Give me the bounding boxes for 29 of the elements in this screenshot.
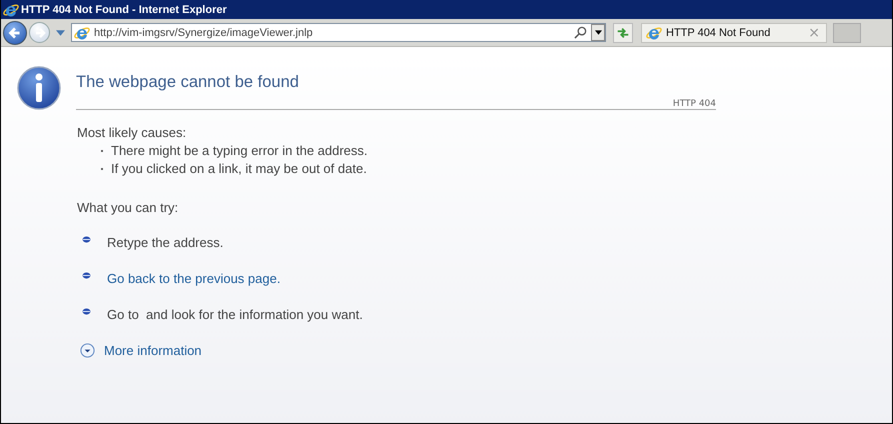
browser-tab[interactable]: HTTP 404 Not Found × bbox=[641, 22, 827, 42]
two-arrows-icon bbox=[616, 26, 630, 40]
suggestion-text: Go to and look for the information you want. bbox=[107, 306, 363, 322]
bullet-icon bbox=[82, 236, 91, 242]
more-information-link[interactable]: More information bbox=[104, 342, 202, 358]
causes-heading: Most likely causes: bbox=[77, 125, 188, 140]
tab-title: HTTP 404 Not Found bbox=[666, 26, 770, 38]
suggestion-text: Retype the address. bbox=[107, 234, 224, 250]
refresh-button[interactable] bbox=[613, 22, 633, 42]
caret-icon bbox=[594, 30, 602, 35]
back-link[interactable]: Go back to the previous page. bbox=[107, 270, 280, 286]
window-title: HTTP 404 Not Found - Internet Explorer bbox=[21, 4, 227, 16]
expand-icon[interactable] bbox=[80, 342, 95, 358]
dropdown-arrow-icon[interactable] bbox=[56, 30, 65, 36]
search-icon[interactable] bbox=[574, 26, 587, 39]
page-icon bbox=[74, 24, 90, 40]
dropdown-button[interactable] bbox=[591, 24, 605, 41]
bullet-icon bbox=[82, 272, 91, 278]
bullet-icon bbox=[82, 308, 91, 314]
address-field[interactable]: http://vim-imgsrv/Synergize/imageViewer.jnlp bbox=[71, 23, 606, 42]
page-heading: The webpage cannot be found bbox=[76, 73, 300, 92]
cause-text: There might be a typing error in the address. bbox=[111, 143, 368, 158]
cause-text: If you clicked on a link, it may be out of date. bbox=[111, 161, 367, 176]
back-button[interactable] bbox=[3, 20, 27, 44]
error-code: HTTP 404 bbox=[672, 99, 716, 109]
info-icon bbox=[17, 66, 61, 110]
browser-logo-icon bbox=[3, 2, 19, 18]
page-icon bbox=[646, 24, 662, 40]
try-heading: What you can try: bbox=[77, 200, 180, 215]
